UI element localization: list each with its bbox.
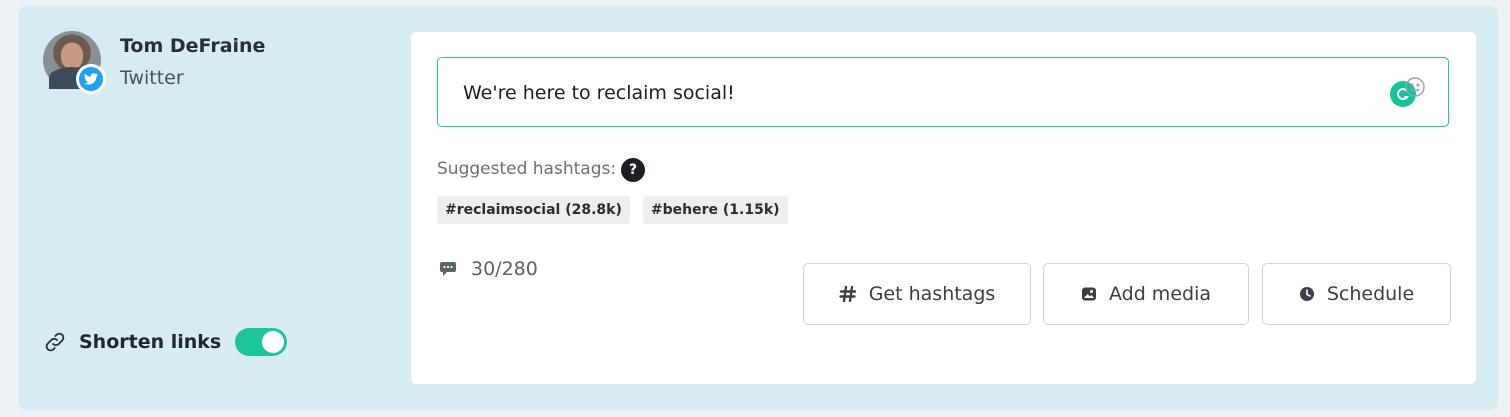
hashtag-chip[interactable]: #behere (1.15k): [642, 196, 788, 224]
composer-card: We're here to reclaim social! Suggested …: [411, 32, 1476, 384]
get-hashtags-label: Get hashtags: [868, 283, 996, 305]
speech-bubble-icon: [439, 261, 457, 277]
post-composer-panel: Tom DeFraine Twitter Shorten links We're…: [18, 6, 1498, 410]
hashtag-chip[interactable]: #reclaimsocial (28.8k): [437, 196, 630, 224]
suggested-hashtags-label: Suggested hashtags:: [437, 159, 617, 179]
shorten-links-toggle[interactable]: [235, 328, 288, 356]
avatar-face: [61, 43, 83, 69]
shorten-links-row: Shorten links: [43, 328, 288, 356]
twitter-icon: [76, 64, 106, 94]
character-count: 30/280: [471, 258, 538, 280]
hash-icon: [839, 285, 857, 303]
post-text-input[interactable]: We're here to reclaim social!: [437, 57, 1449, 127]
profile-name: Tom DeFraine: [120, 35, 266, 57]
clock-icon: [1299, 286, 1315, 302]
image-icon: [1081, 286, 1097, 302]
shorten-links-label: Shorten links: [79, 331, 222, 353]
add-media-label: Add media: [1108, 283, 1211, 305]
link-icon: [43, 330, 67, 354]
add-media-button[interactable]: Add media: [1043, 263, 1249, 325]
hashtag-chips: #reclaimsocial (28.8k) #behere (1.15k): [437, 196, 788, 224]
character-counter: 30/280: [439, 258, 538, 280]
help-icon[interactable]: ?: [621, 158, 645, 182]
schedule-label: Schedule: [1326, 283, 1415, 305]
post-text[interactable]: We're here to reclaim social!: [463, 82, 735, 104]
toggle-knob: [262, 331, 285, 353]
get-hashtags-button[interactable]: Get hashtags: [803, 263, 1031, 325]
emoji-icon[interactable]: [1404, 76, 1426, 98]
profile-network: Twitter: [120, 67, 184, 89]
schedule-button[interactable]: Schedule: [1262, 263, 1451, 325]
